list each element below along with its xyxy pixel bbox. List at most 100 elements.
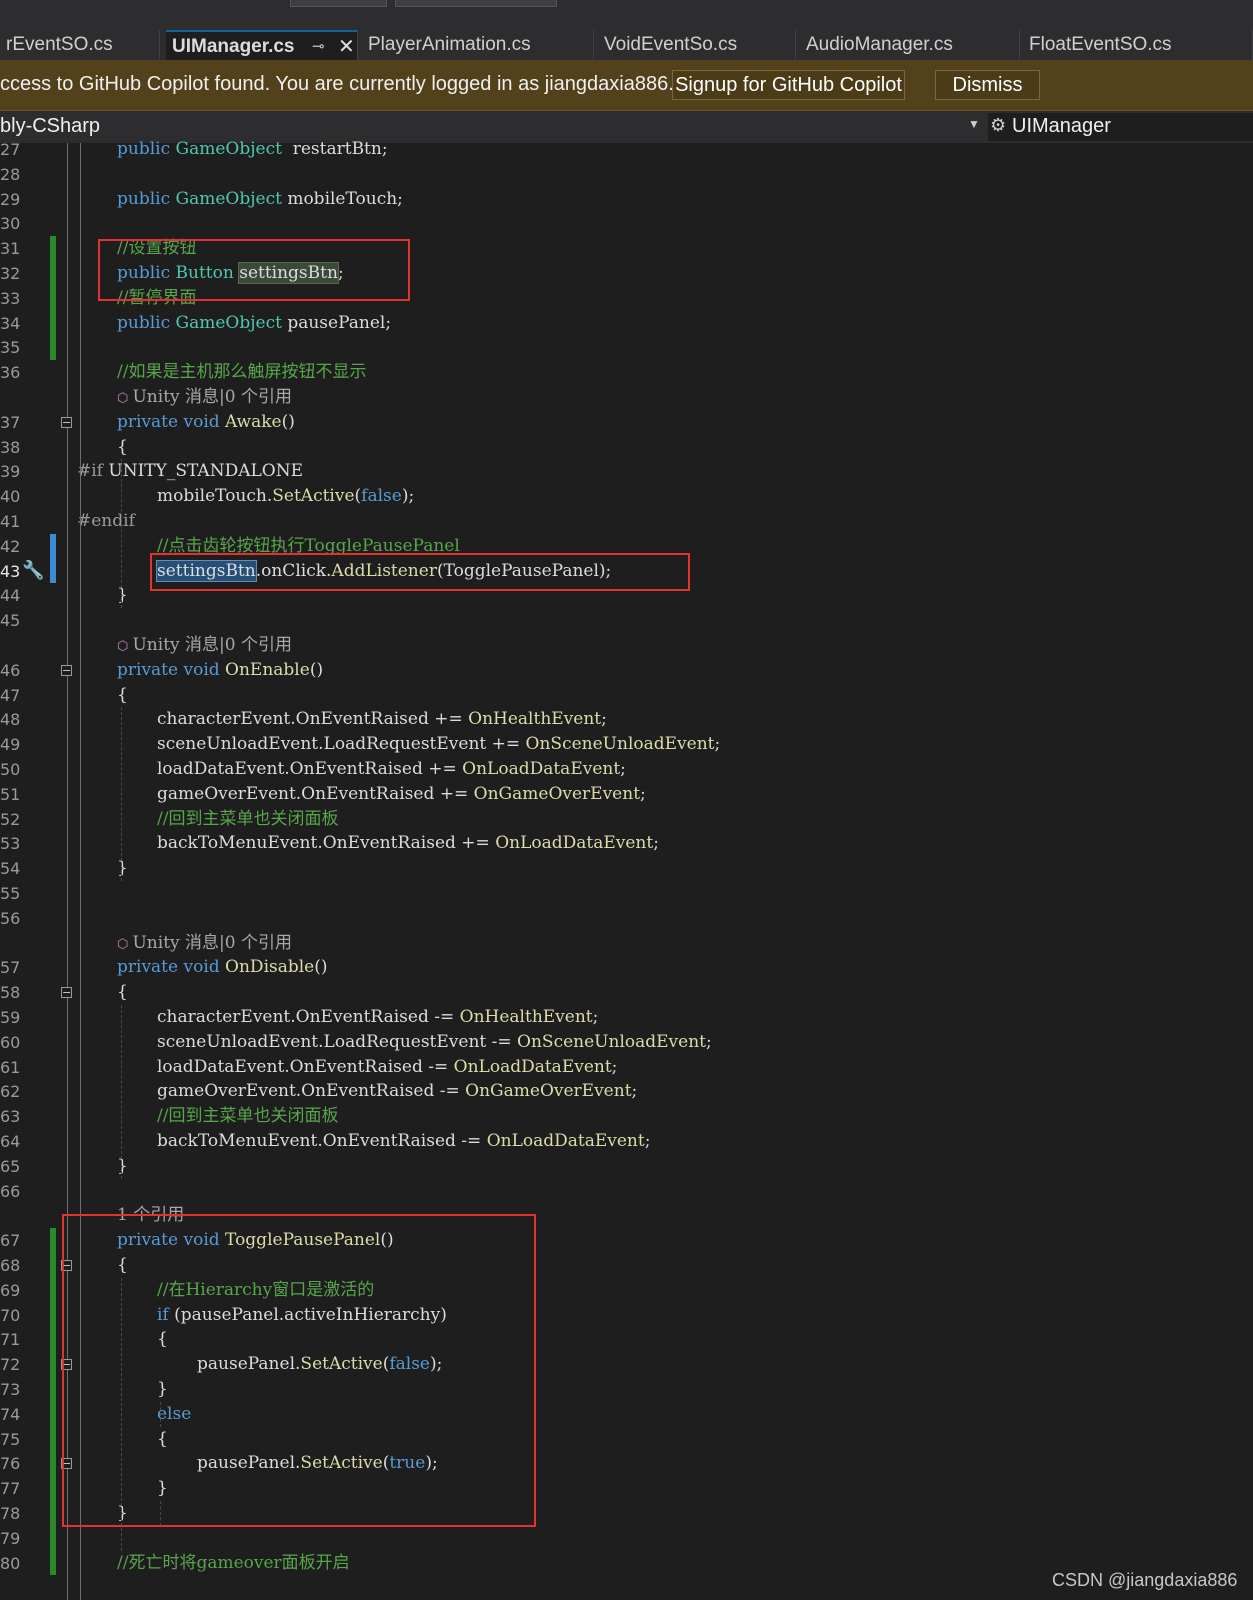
code-line[interactable]: 36 //如果是主机那么触屏按钮不显示 (0, 360, 1253, 385)
code-line[interactable]: 34 public GameObject pausePanel; (0, 311, 1253, 336)
code-line[interactable]: 50 loadDataEvent.OnEventRaised += OnLoadD… (0, 757, 1253, 782)
code-token: Awake (225, 411, 282, 432)
code-token: OnSceneUnloadEvent (525, 734, 715, 755)
code-token: ); (401, 486, 415, 507)
code-line[interactable]: 63 //回到主菜单也关闭面板 (0, 1104, 1253, 1129)
code-token: UNITY_STANDALONE (108, 461, 303, 482)
toolbar-dropdown[interactable] (290, 0, 387, 7)
code-line[interactable]: 38 { (0, 435, 1253, 460)
collapse-toggle-icon[interactable]: − (61, 987, 72, 999)
code-line[interactable]: 47 { (0, 683, 1253, 708)
code-token: ; (631, 1081, 638, 1102)
code-token: ; (592, 1007, 599, 1027)
ide-toolbar (0, 0, 1253, 26)
code-line[interactable]: 48 characterEvent.OnEventRaised += OnHeal… (0, 707, 1253, 732)
code-line[interactable]: 37 private void Awake() (0, 410, 1253, 435)
code-line[interactable]: 56 (0, 906, 1253, 931)
reference-hint[interactable]: Unity 消息|0 个引用 (132, 933, 292, 953)
reference-hint[interactable]: Unity 消息|0 个引用 (132, 387, 292, 407)
tab-uimanager-cs[interactable]: UIManager.cs ⊸ ✕ (166, 30, 358, 60)
toolbar-dropdown[interactable] (395, 0, 557, 7)
code-editor[interactable]: 27 public GameObject restartBtn; 28 29 publi… (0, 139, 1253, 1600)
code-token: characterEvent.OnEventRaised += (157, 709, 469, 730)
code-line[interactable]: 28 (0, 162, 1253, 187)
chevron-down-icon[interactable]: ▼ (968, 117, 980, 131)
code-line[interactable]: 40 mobileTouch.SetActive(false); (0, 484, 1253, 509)
code-token: } (117, 858, 128, 879)
line-number: 67 (0, 1231, 21, 1251)
code-line[interactable]: 58 { (0, 980, 1253, 1005)
code-line[interactable]: 35 (0, 335, 1253, 360)
codelens-annotation[interactable]: ⬡ Unity 消息|0 个引用 (0, 633, 1253, 658)
code-line[interactable]: 66 (0, 1179, 1253, 1204)
code-line[interactable]: 29 public GameObject mobileTouch; (0, 187, 1253, 212)
annotation-box (62, 1214, 536, 1527)
code-line[interactable]: 64 backToMenuEvent.OnEventRaised -= OnLoa… (0, 1129, 1253, 1154)
project-dropdown[interactable]: bly-CSharp (0, 115, 100, 138)
unity-message-icon: ⬡ (117, 391, 133, 406)
line-number: 80 (0, 1553, 21, 1573)
tab-voideventso-cs[interactable]: VoidEventSo.cs (598, 30, 796, 60)
code-line[interactable]: 49 sceneUnloadEvent.LoadRequestEvent += O… (0, 732, 1253, 757)
line-number: 62 (0, 1082, 21, 1102)
code-line[interactable]: 57 private void OnDisable() (0, 955, 1253, 980)
line-number: 69 (0, 1280, 21, 1300)
tab-audiomanager-cs[interactable]: AudioManager.cs (800, 30, 1020, 60)
collapse-toggle-icon[interactable]: − (61, 416, 72, 428)
code-line[interactable]: 30 (0, 211, 1253, 236)
codelens-annotation[interactable]: ⬡ Unity 消息|0 个引用 (0, 385, 1253, 410)
code-line[interactable]: 46 private void OnEnable() (0, 658, 1253, 683)
code-text: private void Awake() (117, 410, 295, 435)
tab-label: UIManager.cs (172, 36, 295, 57)
code-line[interactable]: 51 gameOverEvent.OnEventRaised += OnGameO… (0, 782, 1253, 807)
line-number: 52 (0, 809, 21, 829)
code-line[interactable]: 59 characterEvent.OnEventRaised -= OnHeal… (0, 1005, 1253, 1030)
code-line[interactable]: 62 gameOverEvent.OnEventRaised -= OnGameO… (0, 1079, 1253, 1104)
line-number: 34 (0, 313, 21, 333)
code-line[interactable]: 54} (0, 856, 1253, 881)
codelens-annotation[interactable]: ⬡ Unity 消息|0 个引用 (0, 931, 1253, 956)
close-icon[interactable]: ✕ (338, 32, 355, 60)
code-token: ; (706, 1031, 712, 1052)
line-number: 79 (0, 1528, 21, 1548)
indent-guide (121, 459, 122, 609)
code-text: characterEvent.OnEventRaised += OnHealth… (157, 707, 607, 732)
code-line[interactable]: 53 backToMenuEvent.OnEventRaised += OnLoa… (0, 831, 1253, 856)
code-token: { (117, 982, 128, 1003)
code-line[interactable]: 61 loadDataEvent.OnEventRaised -= OnLoadD… (0, 1055, 1253, 1080)
code-keyword: false (361, 486, 402, 507)
code-token: } (117, 585, 128, 606)
line-number: 31 (0, 239, 21, 259)
quick-action-icon[interactable]: 🔧 (22, 560, 44, 581)
collapse-toggle-icon[interactable]: − (61, 664, 72, 676)
code-text: //回到主菜单也关闭面板 (157, 1104, 338, 1129)
annotation-box (98, 239, 410, 301)
code-text: } (117, 1154, 128, 1179)
code-line[interactable]: 52 //回到主菜单也关闭面板 (0, 807, 1253, 832)
code-line[interactable]: 55 (0, 881, 1253, 906)
line-number: 49 (0, 735, 21, 755)
code-token: restartBtn; (281, 139, 388, 159)
tab-floateventso-cs[interactable]: FloatEventSO.cs (1023, 30, 1253, 60)
line-number: 58 (0, 983, 21, 1003)
code-line[interactable]: 65} (0, 1154, 1253, 1179)
dismiss-button[interactable]: Dismiss (935, 70, 1040, 100)
code-line[interactable]: 45 (0, 608, 1253, 633)
code-line[interactable]: 41 #endif (0, 509, 1253, 534)
code-line[interactable]: 79 (0, 1526, 1253, 1551)
code-token: ; (644, 1131, 651, 1151)
pin-icon[interactable]: ⊸ (312, 32, 325, 60)
code-text: mobileTouch.SetActive(false); (157, 484, 414, 509)
code-comment: //如果是主机那么触屏按钮不显示 (117, 362, 367, 383)
signup-copilot-button[interactable]: Signup for GitHub Copilot (672, 70, 905, 100)
tab-reventso-cs[interactable]: rEventSO.cs (0, 30, 160, 60)
tab-playeranimation-cs[interactable]: PlayerAnimation.cs (362, 30, 594, 60)
code-token: loadDataEvent.OnEventRaised += (157, 759, 463, 779)
reference-hint[interactable]: Unity 消息|0 个引用 (132, 635, 292, 655)
line-number: 32 (0, 264, 21, 283)
code-text: gameOverEvent.OnEventRaised -= OnGameOve… (157, 1079, 637, 1104)
code-line[interactable]: 27 public GameObject restartBtn; (0, 137, 1253, 162)
code-line[interactable]: 39 #if UNITY_STANDALONE (0, 459, 1253, 484)
code-text: sceneUnloadEvent.LoadRequestEvent -= OnS… (157, 1030, 712, 1055)
code-line[interactable]: 60 sceneUnloadEvent.LoadRequestEvent -= O… (0, 1030, 1253, 1055)
